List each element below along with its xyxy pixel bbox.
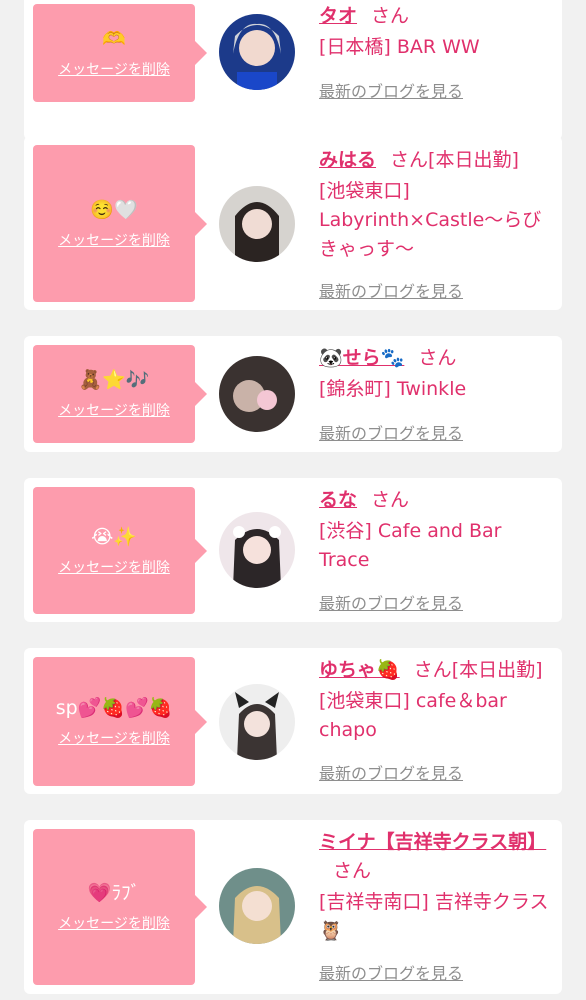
girl-name-link[interactable]: タオ (319, 5, 357, 27)
avatar[interactable] (219, 356, 295, 432)
avatar[interactable] (219, 684, 295, 760)
san-label: さん (371, 5, 410, 27)
shop-name: [吉祥寺南口] 吉祥寺クラス🦉 (319, 891, 549, 942)
latest-blog-link[interactable]: 最新のブログを見る (319, 278, 463, 302)
san-label: さん (413, 659, 452, 681)
shop-name: [錦糸町] Twinkle (319, 378, 467, 400)
avatar[interactable] (219, 186, 295, 262)
delete-message-link[interactable]: メッセージを削除 (58, 230, 170, 250)
san-label: さん (333, 860, 372, 882)
latest-blog-link[interactable]: 最新のブログを見る (319, 760, 463, 784)
profile-info: ミイナ【吉祥寺クラス朝】さん [吉祥寺南口] 吉祥寺クラス🦉 (319, 828, 555, 946)
latest-blog-link[interactable]: 最新のブログを見る (319, 420, 463, 444)
girl-name-link[interactable]: ミイナ【吉祥寺クラス朝】 (319, 831, 546, 853)
girl-name-link[interactable]: ゆちゃ🍓 (319, 659, 400, 681)
girl-name-link[interactable]: 🐼せら🐾 (319, 347, 404, 369)
message-bubble: sp💕🍓💕🍓 メッセージを削除 (33, 657, 207, 786)
san-label: さん (418, 347, 457, 369)
message-card: ☺️🤍 メッセージを削除 みはる さん[本日出勤] [池袋東口] Labyrint… (24, 136, 562, 310)
shop-name: [渋谷] Cafe and Bar Trace (319, 520, 502, 571)
san-label: さん (390, 149, 429, 171)
status-label: [本日出勤] (451, 659, 543, 681)
message-text: ☺️🤍 (90, 198, 138, 221)
shop-name: [日本橋] BAR WW (319, 36, 480, 58)
delete-message-link[interactable]: メッセージを削除 (58, 913, 170, 933)
message-card: 🫶 メッセージを削除 タオ さん [日本橋] BAR WW 最新のブログを見る (24, 0, 562, 140)
profile-info: タオ さん [日本橋] BAR WW (319, 2, 555, 62)
profile-info: 🐼せら🐾 さん [錦糸町] Twinkle (319, 344, 555, 404)
girl-name-link[interactable]: みはる (319, 149, 376, 171)
delete-message-link[interactable]: メッセージを削除 (58, 59, 170, 79)
latest-blog-link[interactable]: 最新のブログを見る (319, 590, 463, 614)
avatar[interactable] (219, 512, 295, 588)
message-card: sp💕🍓💕🍓 メッセージを削除 ゆちゃ🍓 さん[本日出勤] [池袋東口] cafe… (24, 648, 562, 794)
message-text: 💗ﾗﾌﾞ (87, 882, 141, 904)
message-bubble: 💗ﾗﾌﾞ メッセージを削除 (33, 829, 207, 985)
latest-blog-link[interactable]: 最新のブログを見る (319, 78, 463, 102)
message-text: 🫶 (102, 28, 126, 50)
san-label: さん (371, 489, 410, 511)
girl-name-link[interactable]: るな (319, 489, 357, 511)
avatar[interactable] (219, 868, 295, 944)
delete-message-link[interactable]: メッセージを削除 (58, 400, 170, 420)
message-card: 💗ﾗﾌﾞ メッセージを削除 ミイナ【吉祥寺クラス朝】さん [吉祥寺南口] 吉祥寺… (24, 820, 562, 994)
profile-info: るな さん [渋谷] Cafe and Bar Trace (319, 486, 555, 575)
message-bubble: 🫶 メッセージを削除 (33, 4, 207, 102)
latest-blog-link[interactable]: 最新のブログを見る (319, 960, 463, 984)
message-text: sp💕🍓💕🍓 (55, 696, 173, 719)
status-label: [本日出勤] (428, 149, 519, 171)
profile-info: みはる さん[本日出勤] [池袋東口] Labyrinth×Castle〜らびきゃ… (319, 146, 555, 264)
shop-name: [池袋東口] Labyrinth×Castle〜らびきゃっす〜 (319, 180, 542, 260)
message-text: 😭✨ (91, 525, 137, 548)
profile-info: ゆちゃ🍓 さん[本日出勤] [池袋東口] cafe＆bar chapo (319, 656, 555, 745)
message-card: 🧸⭐️🎶 メッセージを削除 🐼せら🐾 さん [錦糸町] Twinkle 最新のブロ… (24, 336, 562, 452)
avatar[interactable] (219, 14, 295, 90)
message-text: 🧸⭐️🎶 (78, 369, 150, 391)
message-bubble: ☺️🤍 メッセージを削除 (33, 145, 207, 302)
message-bubble: 😭✨ メッセージを削除 (33, 487, 207, 614)
delete-message-link[interactable]: メッセージを削除 (58, 728, 170, 748)
message-card: 😭✨ メッセージを削除 るな さん [渋谷] Cafe and Bar Trace… (24, 478, 562, 622)
shop-name: [池袋東口] cafe＆bar chapo (319, 690, 507, 741)
delete-message-link[interactable]: メッセージを削除 (58, 557, 170, 577)
message-bubble: 🧸⭐️🎶 メッセージを削除 (33, 345, 207, 443)
